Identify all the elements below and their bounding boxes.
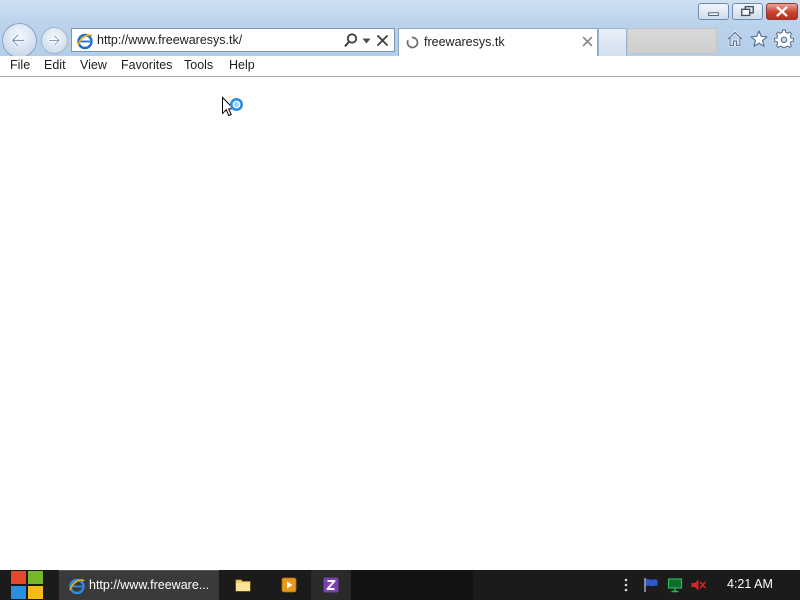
- search-icon[interactable]: [343, 32, 359, 49]
- taskbar-empty-area: [351, 570, 473, 600]
- tray-action-center[interactable]: [643, 577, 659, 593]
- internet-explorer-icon: [77, 33, 93, 50]
- page-content[interactable]: [0, 77, 800, 570]
- tools-button[interactable]: [773, 29, 794, 49]
- network-icon: [667, 578, 683, 593]
- restore-icon: [741, 5, 754, 17]
- taskbar-media-player[interactable]: [269, 570, 309, 600]
- menu-bar: File Edit View Favorites Tools Help: [0, 56, 800, 77]
- windows-logo-icon: [11, 571, 43, 599]
- back-arrow-icon: [11, 33, 26, 48]
- taskbar-ie-label: http://www.freeware...: [89, 578, 210, 592]
- stop-loading-icon[interactable]: [376, 34, 389, 47]
- tab-strip-empty: [627, 28, 717, 54]
- menu-view[interactable]: View: [78, 58, 109, 72]
- busy-cursor-icon: [222, 96, 243, 117]
- z-app-icon: [323, 577, 339, 593]
- home-icon: [727, 31, 743, 47]
- home-button[interactable]: [725, 29, 745, 49]
- tray-network[interactable]: [667, 577, 683, 593]
- tab-close-icon[interactable]: [582, 36, 593, 47]
- start-button[interactable]: [0, 570, 54, 600]
- minimize-button[interactable]: [698, 3, 729, 20]
- speaker-muted-icon: [691, 579, 706, 591]
- restore-button[interactable]: [732, 3, 763, 20]
- back-button[interactable]: [2, 23, 37, 58]
- grip-dots-icon: [624, 578, 628, 592]
- internet-explorer-icon: [69, 578, 85, 595]
- loading-spinner-icon: [406, 36, 419, 49]
- minimize-icon: [708, 12, 719, 16]
- media-player-icon: [281, 577, 297, 593]
- menu-tools[interactable]: Tools: [182, 58, 215, 72]
- close-icon: [776, 6, 788, 17]
- tray-volume[interactable]: [690, 577, 706, 593]
- menu-edit[interactable]: Edit: [42, 58, 68, 72]
- address-url[interactable]: http://www.freewaresys.tk/: [97, 33, 242, 47]
- close-window-button[interactable]: [766, 3, 798, 20]
- forward-arrow-icon: [48, 34, 61, 47]
- address-bar[interactable]: http://www.freewaresys.tk/: [71, 28, 395, 52]
- gear-icon: [773, 29, 794, 49]
- taskbar-clock[interactable]: 4:21 AM: [727, 577, 773, 591]
- menu-help[interactable]: Help: [227, 58, 257, 72]
- folder-icon: [235, 579, 251, 592]
- flag-icon: [644, 578, 658, 592]
- tab-title: freewaresys.tk: [424, 35, 505, 49]
- tab-freewaresys[interactable]: freewaresys.tk: [398, 28, 598, 56]
- taskbar-z-app[interactable]: [311, 570, 351, 600]
- new-tab-button[interactable]: [598, 28, 627, 56]
- taskbar-explorer[interactable]: [223, 570, 263, 600]
- menu-favorites[interactable]: Favorites: [119, 58, 174, 72]
- favorites-button[interactable]: [749, 29, 769, 49]
- taskbar: http://www.freeware... 4:21 AM: [0, 570, 800, 600]
- chevron-down-icon[interactable]: [362, 37, 371, 45]
- menu-file[interactable]: File: [8, 58, 32, 72]
- tray-overflow-grip[interactable]: [621, 577, 631, 593]
- taskbar-ie-window[interactable]: http://www.freeware...: [59, 570, 219, 600]
- forward-button[interactable]: [41, 27, 68, 54]
- star-icon: [750, 30, 768, 47]
